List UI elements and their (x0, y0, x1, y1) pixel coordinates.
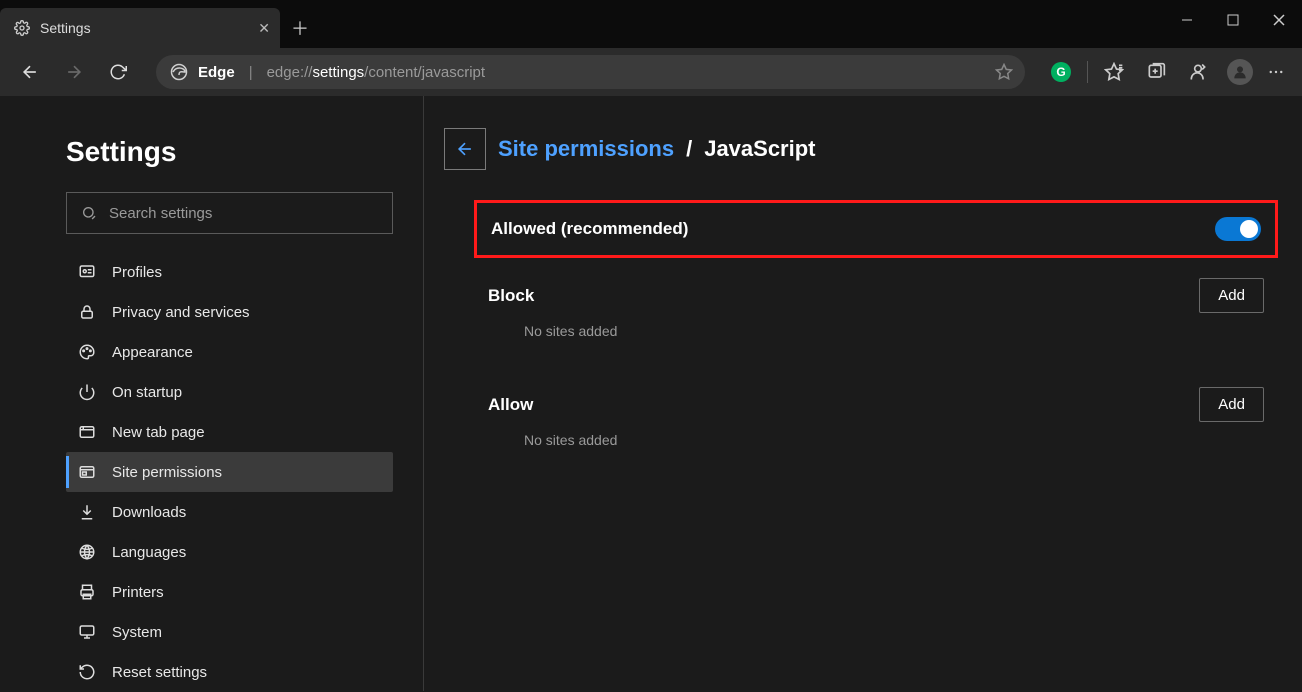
window-titlebar: Settings ✕ ＋ (0, 0, 1302, 48)
sidebar-item-label: System (112, 624, 162, 641)
allow-empty-text: No sites added (474, 426, 1278, 478)
profiles-icon (78, 263, 96, 281)
sidebar-item-label: Languages (112, 544, 186, 561)
sidebar-item-privacy-and-services[interactable]: Privacy and services (66, 292, 393, 332)
block-heading: Block (488, 286, 534, 306)
search-placeholder: Search settings (109, 205, 212, 222)
omnibox-brand: Edge (198, 64, 235, 81)
edge-logo-icon (170, 63, 188, 81)
sidebar-item-label: Downloads (112, 504, 186, 521)
window-maximize-button[interactable] (1210, 0, 1256, 40)
omnibox-url: edge://settings/content/javascript (267, 64, 485, 81)
allowed-label: Allowed (recommended) (491, 219, 688, 239)
window-controls (1164, 0, 1302, 40)
lock-icon (78, 303, 96, 321)
sidebar-nav: Profiles Privacy and services Appearance On… (66, 252, 393, 692)
breadcrumb: Site permissions / JavaScript (444, 128, 1278, 170)
window-close-button[interactable] (1256, 0, 1302, 40)
settings-heading: Settings (66, 136, 393, 168)
newtab-icon (78, 423, 96, 441)
sidebar-item-label: Appearance (112, 344, 193, 361)
palette-icon (78, 343, 96, 361)
download-icon (78, 503, 96, 521)
sidebar-item-downloads[interactable]: Downloads (66, 492, 393, 532)
sidebar-item-label: Privacy and services (112, 304, 250, 321)
profile-avatar[interactable] (1220, 54, 1260, 90)
allow-add-button[interactable]: Add (1199, 387, 1264, 422)
allow-section-header: Allow Add (474, 379, 1278, 426)
gear-icon (14, 20, 30, 36)
sidebar-item-site-permissions[interactable]: Site permissions (66, 452, 393, 492)
block-section-header: Block Add (474, 270, 1278, 317)
favorites-icon[interactable] (1094, 54, 1134, 90)
nav-refresh-button[interactable] (100, 54, 136, 90)
tab-close-icon[interactable]: ✕ (258, 20, 270, 37)
system-icon (78, 623, 96, 641)
sidebar-item-profiles[interactable]: Profiles (66, 252, 393, 292)
search-settings-input[interactable]: Search settings (66, 192, 393, 234)
nav-forward-button[interactable] (56, 54, 92, 90)
sidebar-item-label: Site permissions (112, 464, 222, 481)
address-bar[interactable]: Edge | edge://settings/content/javascrip… (156, 55, 1025, 89)
settings-sidebar: Settings Search settings Profiles Privacy… (0, 96, 424, 691)
favorite-star-icon[interactable] (995, 63, 1013, 81)
sidebar-item-system[interactable]: System (66, 612, 393, 652)
breadcrumb-separator: / (686, 136, 692, 162)
collections-icon[interactable] (1136, 54, 1176, 90)
browser-tab[interactable]: Settings ✕ (0, 8, 280, 48)
allowed-setting-row: Allowed (recommended) (474, 200, 1278, 258)
breadcrumb-back-button[interactable] (444, 128, 486, 170)
sidebar-item-appearance[interactable]: Appearance (66, 332, 393, 372)
settings-main: Site permissions / JavaScript Allowed (r… (424, 96, 1302, 691)
profile-switch-icon[interactable] (1178, 54, 1218, 90)
breadcrumb-parent-link[interactable]: Site permissions (498, 136, 674, 162)
reset-icon (78, 663, 96, 681)
sidebar-item-label: New tab page (112, 424, 205, 441)
breadcrumb-current: JavaScript (704, 136, 815, 162)
sidebar-item-new-tab-page[interactable]: New tab page (66, 412, 393, 452)
power-icon (78, 383, 96, 401)
sidebar-item-label: Printers (112, 584, 164, 601)
toolbar-actions: G (1041, 54, 1290, 90)
sidebar-item-reset-settings[interactable]: Reset settings (66, 652, 393, 692)
sidebar-item-printers[interactable]: Printers (66, 572, 393, 612)
sidebar-item-label: Profiles (112, 264, 162, 281)
printer-icon (78, 583, 96, 601)
sidebar-item-languages[interactable]: Languages (66, 532, 393, 572)
toolbar: Edge | edge://settings/content/javascrip… (0, 48, 1302, 96)
omnibox-separator: | (249, 64, 253, 81)
toolbar-divider (1087, 61, 1088, 83)
tab-title: Settings (40, 20, 91, 36)
window-minimize-button[interactable] (1164, 0, 1210, 40)
grammarly-extension-icon[interactable]: G (1041, 54, 1081, 90)
site-icon (78, 463, 96, 481)
sidebar-item-label: On startup (112, 384, 182, 401)
nav-back-button[interactable] (12, 54, 48, 90)
block-add-button[interactable]: Add (1199, 278, 1264, 313)
more-menu-icon[interactable] (1262, 54, 1290, 90)
sidebar-item-label: Reset settings (112, 664, 207, 681)
allow-heading: Allow (488, 395, 533, 415)
block-empty-text: No sites added (474, 317, 1278, 369)
sidebar-item-on-startup[interactable]: On startup (66, 372, 393, 412)
settings-body: Settings Search settings Profiles Privacy… (0, 96, 1302, 691)
search-icon (81, 205, 97, 221)
globe-icon (78, 543, 96, 561)
new-tab-button[interactable]: ＋ (280, 8, 320, 48)
allowed-toggle[interactable] (1215, 217, 1261, 241)
